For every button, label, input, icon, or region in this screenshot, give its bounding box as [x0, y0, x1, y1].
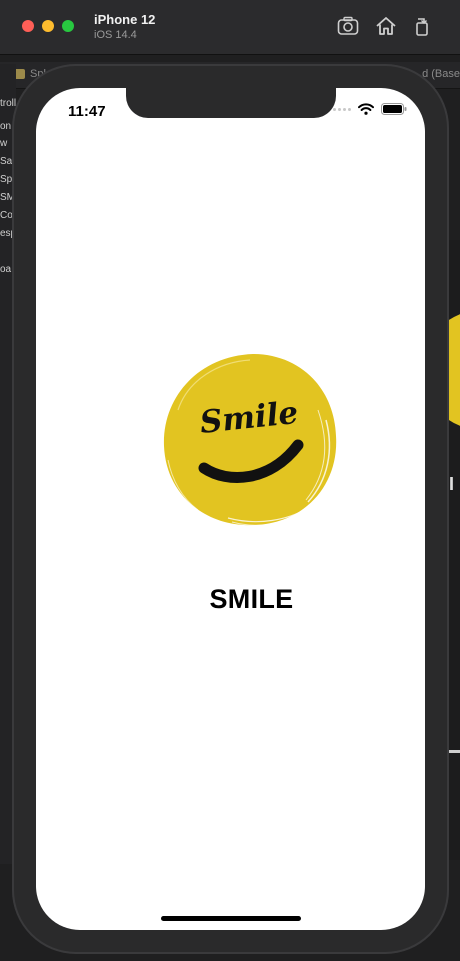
- os-version: iOS 14.4: [94, 29, 137, 41]
- minimize-button[interactable]: [42, 20, 54, 32]
- wifi-icon: [358, 103, 374, 115]
- status-icons: [333, 103, 407, 115]
- screenshot-button[interactable]: [336, 14, 360, 38]
- simulator-screen: Spl d (Base troll on w Saf Spl SMI Co es…: [0, 0, 460, 961]
- home-button[interactable]: [374, 14, 398, 38]
- cellular-signal-icon: [333, 107, 351, 111]
- home-icon: [376, 17, 396, 35]
- rotate-button[interactable]: [410, 14, 434, 38]
- close-button[interactable]: [22, 20, 34, 32]
- notch: [126, 88, 336, 118]
- zoom-button[interactable]: [62, 20, 74, 32]
- sidebar-fragment: Co: [0, 210, 13, 221]
- sidebar-fragment: troll: [0, 98, 16, 109]
- home-indicator[interactable]: [161, 916, 301, 921]
- battery-icon: [381, 103, 407, 115]
- simulator-titlebar: iPhone 12 iOS 14.4: [0, 0, 460, 55]
- page-title: SMILE: [209, 584, 294, 614]
- iphone-frame: 11:47 Smile SMILE: [12, 64, 449, 954]
- sidebar-fragment: on: [0, 121, 12, 132]
- breadcrumb-right: d (Base: [422, 68, 460, 80]
- status-time: 11:47: [68, 103, 106, 120]
- device-name: iPhone 12: [94, 12, 156, 27]
- screenshot-icon: [337, 16, 359, 35]
- smile-logo-icon: Smile: [163, 354, 337, 526]
- rotate-icon: [416, 18, 428, 36]
- sidebar-fragment: oa: [0, 264, 12, 275]
- sidebar-fragment: w: [0, 138, 8, 149]
- app-screen: 11:47 Smile SMILE: [36, 88, 425, 930]
